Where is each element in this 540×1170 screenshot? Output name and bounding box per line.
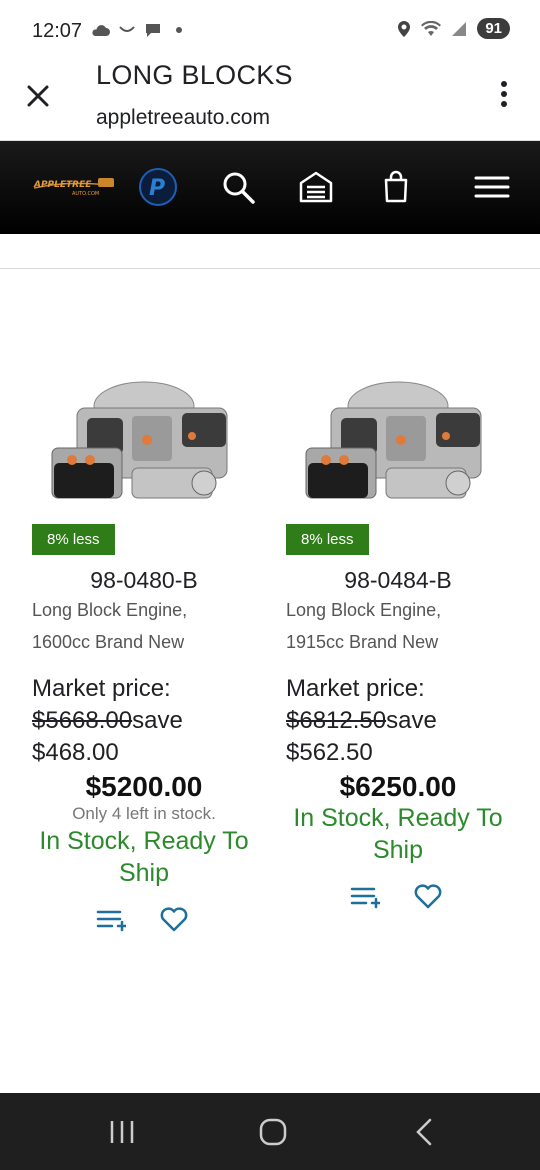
paypal-icon[interactable]: P — [138, 167, 178, 207]
product-sku[interactable]: 98-0480-B — [32, 567, 256, 594]
recent-apps-icon[interactable] — [108, 1119, 136, 1145]
description-line: 1915cc Brand New — [286, 632, 439, 652]
home-icon[interactable] — [258, 1117, 288, 1147]
svg-text:P: P — [149, 176, 165, 201]
garage-icon[interactable] — [298, 169, 334, 205]
smile-icon — [119, 26, 135, 32]
system-nav-bar — [0, 1093, 540, 1170]
status-time: 12:07 — [32, 20, 83, 42]
market-price-label: Market price: — [32, 675, 171, 702]
stock-left: Only 4 left in stock. — [72, 804, 216, 823]
save-label: save — [132, 707, 183, 734]
search-icon[interactable] — [220, 169, 256, 205]
stock-status-line: Ship — [372, 836, 424, 864]
description-line: 1600cc Brand New — [32, 632, 185, 652]
sale-price: $5200.00 — [85, 771, 203, 802]
svg-text:APPLETREE: APPLETREE — [33, 180, 92, 190]
hamburger-icon[interactable] — [474, 169, 510, 205]
description-line: Long Block Engine, — [286, 600, 442, 620]
market-price-block: Market price: $5668.00save $468.00 — [32, 673, 272, 769]
market-price-label: Market price: — [286, 675, 425, 702]
heart-icon[interactable] — [413, 881, 443, 911]
add-to-list-icon[interactable] — [96, 906, 126, 936]
battery-indicator: 91 — [477, 18, 510, 39]
cloud-icon — [92, 25, 110, 36]
chat-icon — [146, 24, 160, 37]
dot-icon — [176, 27, 182, 33]
close-icon[interactable] — [22, 80, 54, 112]
app-bar: LONG BLOCKS appletreeauto.com — [0, 60, 540, 141]
stock-status: In Stock, Ready To Ship — [26, 825, 262, 889]
product-image[interactable] — [286, 368, 510, 518]
save-label: save — [386, 707, 437, 734]
svg-text:AUTO.COM: AUTO.COM — [72, 191, 99, 197]
discount-badge: 8% less — [286, 524, 369, 555]
stock-status-line: In Stock, Ready To — [39, 827, 249, 855]
site-navbar: APPLETREE AUTO.COM P — [0, 141, 540, 234]
product-sku[interactable]: 98-0484-B — [286, 567, 510, 594]
original-price: $6812.50 — [286, 707, 387, 734]
stock-status: In Stock, Ready To Ship — [280, 802, 516, 866]
add-to-list-icon[interactable] — [350, 883, 380, 913]
sale-price: $6250.00 — [339, 771, 457, 802]
cart-icon[interactable] — [378, 169, 414, 205]
heart-icon[interactable] — [159, 904, 189, 934]
stock-status-line: Ship — [118, 859, 170, 887]
product-image[interactable] — [32, 368, 256, 518]
page-title: LONG BLOCKS — [96, 60, 293, 90]
market-price-block: Market price: $6812.50save $562.50 — [286, 673, 526, 769]
save-amount: $562.50 — [286, 739, 373, 766]
system-icons: 91 — [397, 18, 510, 39]
status-bar: 12:07 91 — [0, 0, 540, 60]
discount-badge: 8% less — [32, 524, 115, 555]
location-icon — [398, 20, 411, 37]
original-price: $5668.00 — [32, 707, 133, 734]
notification-icons — [90, 22, 182, 38]
more-vert-icon[interactable] — [494, 80, 514, 110]
stock-status-line: In Stock, Ready To — [293, 804, 503, 832]
back-icon[interactable] — [412, 1117, 436, 1147]
signal-icon — [452, 21, 467, 36]
wifi-icon — [421, 20, 442, 36]
product-description: Long Block Engine, 1600cc Brand New — [32, 594, 256, 658]
section-divider — [0, 268, 540, 269]
site-logo[interactable]: APPLETREE AUTO.COM — [32, 174, 116, 200]
product-description: Long Block Engine, 1915cc Brand New — [286, 594, 510, 658]
description-line: Long Block Engine, — [32, 600, 188, 620]
save-amount: $468.00 — [32, 739, 119, 766]
page-url: appletreeauto.com — [96, 106, 270, 129]
